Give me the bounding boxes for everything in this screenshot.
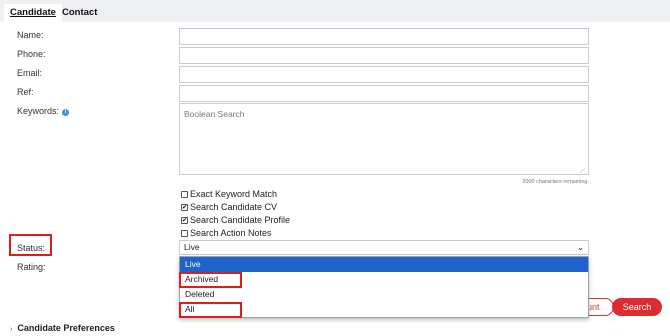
status-highlight-box <box>9 234 52 256</box>
rating-label: Rating: <box>17 262 46 272</box>
checkbox-checked-icon[interactable]: ✔ <box>181 216 188 224</box>
email-label: Email: <box>17 68 43 78</box>
search-panel: Name: Phone: Email: Ref: Keywords:i ⟋ 20… <box>0 22 670 336</box>
info-icon[interactable]: i <box>62 109 70 116</box>
keywords-label: Keywords: i <box>17 106 70 116</box>
status-selected-value: Live <box>184 242 200 252</box>
search-candidate-cv-checkbox[interactable]: ✔ Search Candidate CV <box>181 202 277 212</box>
checkbox-unchecked-icon[interactable] <box>181 229 188 237</box>
characters-remaining: 2000 characters remaining. <box>522 179 589 185</box>
candidate-preferences-label: Candidate Preferences <box>17 323 115 333</box>
keywords-label-text: Keywords: <box>17 106 60 116</box>
phone-input[interactable] <box>179 47 589 64</box>
checkbox-label: Search Candidate CV <box>190 202 278 212</box>
phone-label: Phone: <box>17 49 46 59</box>
checkbox-label: Search Candidate Profile <box>190 215 291 225</box>
checkbox-label: Search Action Notes <box>190 228 272 238</box>
checkbox-label: Exact Keyword Match <box>190 189 278 199</box>
ref-input[interactable] <box>179 85 589 102</box>
candidate-preferences-toggle[interactable]: › Candidate Preferences <box>10 323 115 333</box>
checkbox-unchecked-icon[interactable] <box>181 190 188 198</box>
name-label: Name: <box>17 30 44 40</box>
all-highlight-box <box>179 302 242 318</box>
search-action-notes-checkbox[interactable]: Search Action Notes <box>181 228 272 238</box>
exact-keyword-match-checkbox[interactable]: Exact Keyword Match <box>181 189 277 199</box>
resize-grip-icon[interactable]: ⟋ <box>580 168 585 176</box>
email-input[interactable] <box>179 66 589 83</box>
chevron-down-icon[interactable]: ⌄ <box>577 241 584 254</box>
search-candidate-profile-checkbox[interactable]: ✔ Search Candidate Profile <box>181 215 290 225</box>
search-button[interactable]: Search <box>612 298 662 316</box>
tab-bar: Candidate Contact <box>0 0 670 22</box>
keywords-textarea[interactable] <box>179 103 589 175</box>
status-option-deleted[interactable]: Deleted <box>180 287 588 302</box>
checkbox-checked-icon[interactable]: ✔ <box>181 203 188 211</box>
name-input[interactable] <box>179 28 589 45</box>
ref-label: Ref: <box>17 87 34 97</box>
chevron-right-icon: › <box>10 326 13 333</box>
tab-contact[interactable]: Contact <box>56 4 103 22</box>
tab-candidate[interactable]: Candidate <box>4 4 62 22</box>
status-select[interactable]: Live ⌄ <box>179 240 589 255</box>
archived-highlight-box <box>179 272 242 288</box>
status-option-live[interactable]: Live <box>180 257 588 272</box>
